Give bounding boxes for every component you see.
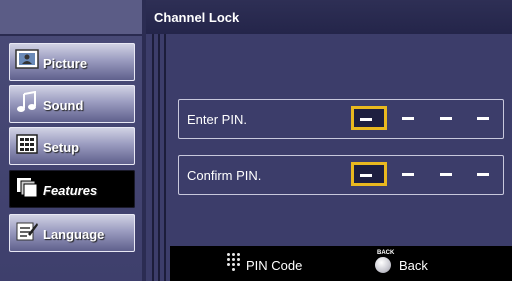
menu-item-sound[interactable]: Sound [9, 85, 135, 123]
menu-item-setup[interactable]: Setup [9, 127, 135, 165]
confirm-digit-4[interactable] [469, 165, 499, 183]
menu-item-label: Features [43, 183, 98, 198]
digit-placeholder [402, 173, 414, 176]
header-bar: Channel Lock [146, 0, 512, 34]
keypad-icon [227, 253, 241, 275]
back-button-icon[interactable] [375, 257, 391, 273]
picture-icon [15, 49, 39, 69]
confirm-digit-3[interactable] [432, 165, 462, 183]
setup-icon [16, 134, 38, 154]
digit-placeholder [477, 117, 489, 120]
language-icon [16, 222, 38, 241]
confirm-digit-2[interactable] [394, 165, 424, 183]
menu-item-label: Sound [43, 98, 84, 113]
menu-item-label: Language [43, 227, 105, 242]
panel-rule [164, 34, 166, 281]
digit-placeholder [360, 118, 372, 121]
menu-top-strip [0, 0, 142, 36]
digit-placeholder [440, 173, 452, 176]
page-title: Channel Lock [154, 10, 240, 25]
panel-rule [158, 34, 160, 281]
sound-icon [17, 91, 36, 112]
side-menu: Picture Sound Setup Features Language [0, 0, 142, 281]
pin-digit-1[interactable] [351, 106, 387, 130]
features-icon [17, 178, 38, 198]
back-hint: Back [399, 258, 428, 273]
pin-digit-4[interactable] [469, 109, 499, 127]
digit-placeholder [440, 117, 452, 120]
digit-placeholder [402, 117, 414, 120]
hint-bar: PIN Code BACK Back [170, 246, 512, 281]
menu-item-label: Setup [43, 140, 80, 155]
enter-pin-label: Enter PIN. [187, 112, 247, 127]
confirm-pin-row[interactable]: Confirm PIN. [178, 155, 504, 195]
panel-rule [152, 34, 154, 281]
menu-item-language[interactable]: Language [9, 214, 135, 252]
confirm-pin-label: Confirm PIN. [187, 168, 262, 183]
confirm-digit-1[interactable] [351, 162, 387, 186]
pin-digit-2[interactable] [394, 109, 424, 127]
menu-item-features[interactable]: Features [9, 170, 135, 208]
menu-item-picture[interactable]: Picture [9, 43, 135, 81]
back-key-tag: BACK [377, 250, 395, 256]
pin-digit-3[interactable] [432, 109, 462, 127]
menu-item-label: Picture [43, 56, 88, 71]
enter-pin-row[interactable]: Enter PIN. [178, 99, 504, 139]
pin-code-hint: PIN Code [246, 258, 303, 273]
digit-placeholder [360, 174, 372, 177]
digit-placeholder [477, 173, 489, 176]
